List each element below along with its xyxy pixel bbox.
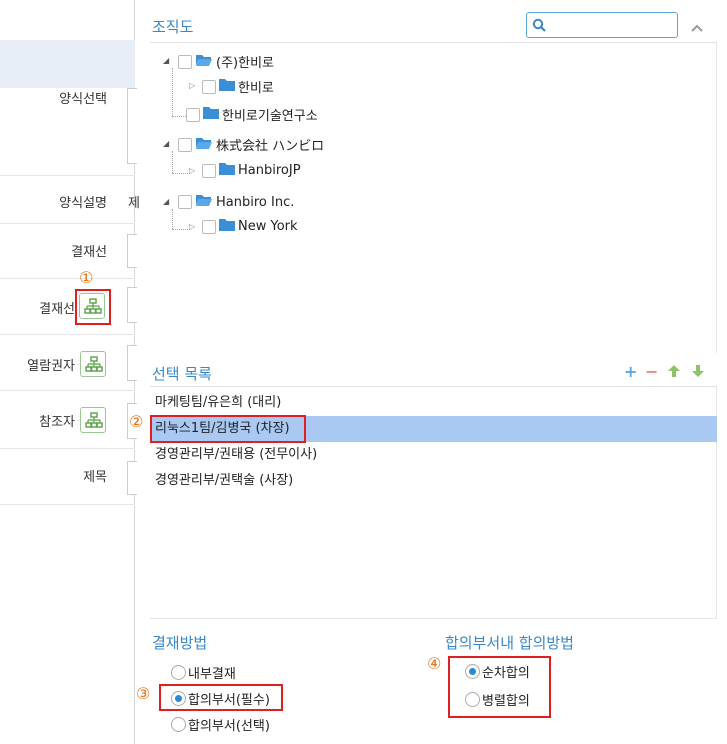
tree-connector — [172, 151, 173, 173]
tree-connector — [172, 229, 188, 230]
template-select-label: 양식선택 — [59, 92, 107, 107]
cc-label: 참조자 — [39, 415, 75, 430]
approval-line-field[interactable] — [127, 234, 137, 268]
cc-select-icon[interactable] — [80, 407, 106, 433]
folder-open-icon — [195, 193, 213, 211]
template-select-row: 양식선택 — [0, 88, 137, 176]
tree-node-hanbiro-jp-corp[interactable]: 株式会社 ハンビロ — [178, 135, 324, 154]
tree-node-hanbiro-corp[interactable]: (주)한비로 — [178, 52, 274, 71]
tree-checkbox[interactable] — [178, 137, 192, 152]
tree-connector — [172, 209, 173, 229]
viewer-field[interactable] — [127, 345, 137, 381]
folder-icon — [219, 162, 235, 179]
chevron-up-icon[interactable] — [690, 18, 704, 37]
tree-node-label: 한비로 — [238, 81, 274, 96]
viewer-row: 열람권자 — [0, 335, 137, 391]
tree-connector — [172, 68, 173, 116]
expanded-triangle-icon[interactable]: ◢ — [163, 139, 169, 148]
folder-open-icon — [195, 136, 213, 154]
approval-line2-row: 결재선 — [0, 279, 137, 335]
approval-line-row: 결재선 — [0, 224, 137, 279]
collapsed-triangle-icon[interactable]: ▷ — [189, 222, 195, 231]
move-up-icon[interactable] — [667, 363, 681, 382]
approval-line2-field[interactable] — [127, 287, 137, 323]
radio-label: 합의부서(선택) — [188, 719, 270, 734]
approval-line-label: 결재선 — [71, 245, 107, 260]
viewer-label: 열람권자 — [27, 359, 75, 374]
folder-icon — [203, 106, 219, 123]
list-item[interactable]: 마케팅팀/유은희 (대리) — [150, 390, 717, 416]
cc-row: 참조자 — [0, 391, 137, 449]
radio-button[interactable] — [171, 665, 186, 680]
org-search-input[interactable] — [526, 12, 678, 38]
tree-node-label: HanbiroJP — [238, 163, 301, 178]
tree-checkbox[interactable] — [178, 195, 192, 209]
highlight-box-3 — [159, 684, 283, 711]
subject-label: 제목 — [83, 470, 107, 485]
add-icon[interactable]: + — [624, 362, 637, 381]
move-down-icon[interactable] — [691, 363, 705, 382]
folder-open-icon — [195, 53, 213, 71]
marker-2: ② — [129, 412, 144, 431]
org-chart-icon — [85, 356, 103, 372]
highlight-box-1 — [75, 289, 111, 325]
expanded-triangle-icon[interactable]: ◢ — [163, 56, 169, 65]
subject-row: 제목 — [0, 449, 137, 505]
marker-1: ① — [79, 268, 94, 287]
collapsed-triangle-icon[interactable]: ▷ — [189, 81, 195, 90]
approval-form: 양식선택 양식설명 제 결재선 결재선 열람권자 참조자 제목 — [0, 0, 140, 744]
tree-node-label: New York — [238, 219, 298, 234]
approval-method-title: 결재방법 — [152, 634, 208, 652]
search-field[interactable] — [549, 15, 673, 35]
radio-button[interactable] — [171, 717, 186, 732]
org-chart-title: 조직도 — [152, 18, 194, 36]
tree-node-label: Hanbiro Inc. — [216, 194, 295, 210]
highlight-box-4 — [448, 656, 551, 718]
tree-node-hanbiro-jp[interactable]: HanbiroJP — [202, 162, 301, 179]
tree-node-hanbiro-lab[interactable]: 한비로기술연구소 — [186, 105, 318, 124]
template-desc-row: 양식설명 제 — [0, 176, 140, 224]
viewer-select-icon[interactable] — [80, 351, 106, 377]
expanded-triangle-icon[interactable]: ◢ — [163, 197, 169, 206]
tree-checkbox[interactable] — [186, 107, 200, 122]
tree-node-hanbiro[interactable]: 한비로 — [202, 77, 274, 96]
tree-node-label: 한비로기술연구소 — [222, 109, 318, 124]
tree-node-hanbiro-inc[interactable]: Hanbiro Inc. — [178, 193, 294, 211]
selection-list-title: 선택 목록 — [152, 365, 212, 383]
radio-internal-approval[interactable]: 내부결재 — [171, 663, 236, 682]
tree-node-label: (주)한비로 — [216, 56, 274, 71]
tree-checkbox[interactable] — [178, 54, 192, 69]
marker-3: ③ — [136, 684, 151, 703]
subject-field[interactable] — [127, 461, 137, 495]
tree-node-label: 株式会社 ハンビロ — [216, 139, 325, 154]
list-item[interactable]: 경영관리부/권택술 (사장) — [150, 468, 717, 494]
dept-method-title: 합의부서내 합의방법 — [445, 634, 574, 652]
tree-checkbox[interactable] — [202, 79, 216, 94]
tree-checkbox[interactable] — [202, 163, 216, 178]
radio-agreement-optional[interactable]: 합의부서(선택) — [171, 715, 270, 734]
template-desc-label: 양식설명 — [59, 196, 107, 211]
highlight-box-2 — [150, 415, 306, 443]
template-desc-value: 제 — [128, 196, 140, 211]
form-header-bar — [0, 40, 135, 88]
tree-checkbox[interactable] — [202, 219, 216, 234]
template-select-field[interactable] — [127, 88, 137, 164]
remove-icon[interactable]: − — [645, 362, 658, 381]
tree-node-new-york[interactable]: New York — [202, 218, 298, 235]
folder-icon — [219, 78, 235, 95]
collapsed-triangle-icon[interactable]: ▷ — [189, 166, 195, 175]
radio-label: 내부결재 — [188, 667, 236, 682]
approval-line2-label: 결재선 — [39, 302, 75, 317]
marker-4: ④ — [427, 654, 442, 673]
list-item[interactable]: 경영관리부/권태용 (전무이사) — [150, 442, 717, 468]
org-chart-icon — [85, 412, 103, 428]
tree-connector — [172, 173, 188, 174]
folder-icon — [219, 218, 235, 235]
search-icon — [532, 17, 546, 36]
